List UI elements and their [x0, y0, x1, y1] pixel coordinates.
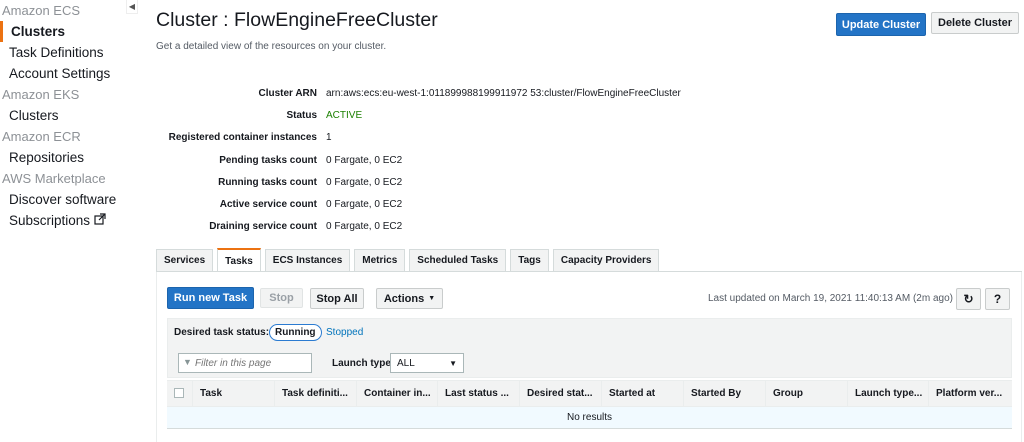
column-header[interactable]: Started By	[684, 380, 766, 407]
sidebar-group-label: Amazon ECS	[2, 3, 81, 18]
detail-row: Pending tasks count 0 Fargate, 0 EC2	[156, 149, 716, 171]
help-icon[interactable]: ?	[985, 288, 1010, 310]
column-header[interactable]: Group	[766, 380, 848, 407]
sidebar-item-account-settings[interactable]: Account Settings	[0, 63, 126, 84]
launch-type-value: ALL	[397, 357, 415, 369]
tab-services[interactable]: Services	[156, 249, 214, 271]
select-all-checkbox[interactable]	[174, 388, 184, 399]
detail-label: Registered container instances	[168, 132, 317, 144]
sidebar-group-label: Amazon EKS	[2, 87, 80, 102]
stop-all-button[interactable]: Stop All	[310, 288, 364, 309]
detail-row: Registered container instances 1	[156, 127, 716, 149]
filter-bar: Desired task status: Running Stopped ▼ L…	[167, 318, 1012, 378]
caret-down-icon: ▼	[449, 358, 457, 368]
detail-label: Active service count	[219, 199, 317, 211]
tab-tasks[interactable]: Tasks	[217, 248, 261, 272]
sidebar-item-clusters[interactable]: Clusters	[0, 21, 126, 42]
running-filter-pill[interactable]: Running	[269, 324, 322, 341]
detail-row: Cluster ARN arn:aws:ecs:eu-west-1:0118999…	[156, 82, 716, 104]
sidebar-item-label: Account Settings	[9, 66, 111, 81]
cluster-details: Cluster ARN arn:aws:ecs:eu-west-1:0118999…	[156, 82, 716, 238]
page-title: Cluster : FlowEngineFreeCluster	[156, 9, 438, 31]
select-all-cell	[167, 380, 193, 407]
cluster-tabs: Services Tasks ECS Instances Metrics Schedul…	[156, 248, 663, 272]
column-header[interactable]: Launch type...	[848, 380, 929, 407]
sidebar-group-label: Amazon ECR	[2, 129, 81, 144]
detail-row: Draining service count 0 Fargate, 0 EC2	[156, 216, 716, 238]
sidebar-item-label: Clusters	[11, 24, 66, 39]
last-updated-text: Last updated on March 19, 2021 11:40:13 …	[708, 293, 953, 304]
stop-button[interactable]: Stop	[260, 288, 303, 308]
sidebar-item-label: Subscriptions	[9, 213, 91, 228]
sidebar-item-label: Discover software	[9, 192, 117, 207]
sidebar-group-label: AWS Marketplace	[2, 171, 106, 186]
table-header: Task Task definiti... Container in... Last …	[167, 380, 1012, 407]
stopped-filter-link[interactable]: Stopped	[326, 327, 363, 338]
column-header[interactable]: Desired stat...	[520, 380, 602, 407]
detail-label: Pending tasks count	[219, 154, 317, 166]
detail-label: Status	[286, 109, 317, 121]
detail-value: 0 Fargate, 0 EC2	[326, 199, 403, 211]
detail-value: 0 Fargate, 0 EC2	[326, 176, 403, 188]
tab-ecs-instances[interactable]: ECS Instances	[264, 249, 351, 271]
detail-value: 0 Fargate, 0 EC2	[326, 221, 403, 233]
sidebar-item-repositories[interactable]: Repositories	[0, 147, 126, 168]
actions-label: Actions	[383, 292, 425, 305]
page-subtitle: Get a detailed view of the resources on …	[156, 41, 387, 52]
tab-tags[interactable]: Tags	[510, 249, 549, 271]
tasks-panel: Run new Task Stop Stop All Actions ▼ Last…	[156, 272, 1022, 442]
launch-type-label: Launch type	[332, 358, 391, 369]
tab-scheduled-tasks[interactable]: Scheduled Tasks	[409, 249, 507, 271]
filter-input[interactable]	[178, 353, 312, 373]
column-header[interactable]: Platform ver...	[929, 380, 1010, 407]
tasks-table: Task Task definiti... Container in... Last …	[167, 380, 1012, 429]
column-header[interactable]: Task definiti...	[275, 380, 357, 407]
launch-type-select[interactable]: ALL ▼	[390, 353, 464, 373]
desired-status-label: Desired task status:	[174, 327, 270, 338]
caret-down-icon: ▼	[428, 295, 436, 302]
detail-label: Running tasks count	[218, 176, 317, 188]
detail-row: Active service count 0 Fargate, 0 EC2	[156, 193, 716, 215]
sidebar-item-label: Clusters	[9, 108, 59, 123]
detail-value: 0 Fargate, 0 EC2	[326, 154, 403, 166]
run-new-task-button[interactable]: Run new Task	[167, 287, 254, 309]
sidebar: Amazon ECS Clusters Task Definitions Accoun…	[0, 0, 126, 442]
delete-cluster-button[interactable]: Delete Cluster	[931, 12, 1019, 34]
detail-value: 1	[326, 132, 332, 144]
tab-capacity-providers[interactable]: Capacity Providers	[552, 249, 660, 271]
tab-metrics[interactable]: Metrics	[354, 249, 406, 271]
sidebar-item-subscriptions[interactable]: Subscriptions	[0, 210, 126, 231]
sidebar-item-task-definitions[interactable]: Task Definitions	[0, 42, 126, 63]
update-cluster-button[interactable]: Update Cluster	[836, 13, 926, 36]
column-header[interactable]: Last status ...	[438, 380, 520, 407]
collapse-sidebar-icon[interactable]: ◀	[126, 0, 138, 14]
sidebar-item-label: Task Definitions	[9, 45, 104, 60]
status-value: ACTIVE	[326, 109, 363, 121]
sidebar-item-discover-software[interactable]: Discover software	[0, 189, 126, 210]
sidebar-item-clusters[interactable]: Clusters	[0, 105, 126, 126]
detail-row: Status ACTIVE	[156, 104, 716, 126]
detail-row: Running tasks count 0 Fargate, 0 EC2	[156, 171, 716, 193]
no-results-row: No results	[167, 407, 1012, 429]
sidebar-item-label: Repositories	[9, 150, 85, 165]
column-header[interactable]: Task	[193, 380, 275, 407]
column-header[interactable]: Container in...	[357, 380, 438, 407]
detail-value: arn:aws:ecs:eu-west-1:011899988199911972…	[326, 87, 681, 99]
actions-dropdown[interactable]: Actions ▼	[376, 288, 443, 309]
filter-icon: ▼	[183, 357, 192, 367]
column-header[interactable]: Started at	[602, 380, 684, 407]
detail-label: Draining service count	[209, 221, 317, 233]
detail-label: Cluster ARN	[258, 87, 317, 99]
external-link-icon	[94, 210, 106, 231]
refresh-icon[interactable]: ↻	[956, 288, 981, 310]
